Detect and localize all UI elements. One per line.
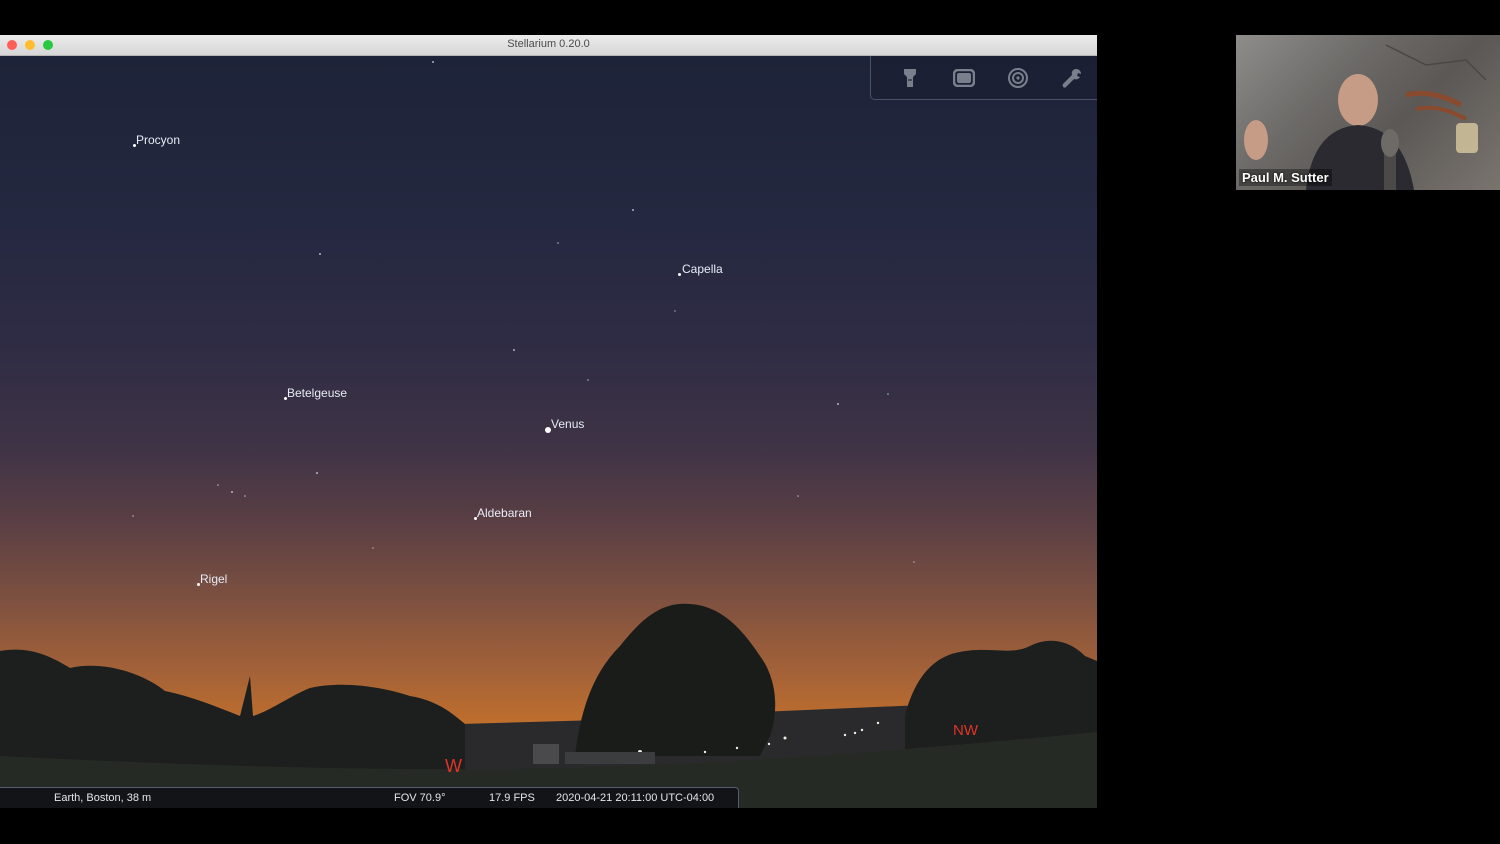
star-label-capella[interactable]: Capella (682, 262, 723, 276)
compass-west: W (445, 756, 462, 776)
star-label-procyon[interactable]: Procyon (136, 133, 180, 147)
star-label-rigel[interactable]: Rigel (200, 572, 227, 586)
participant-name: Paul M. Sutter (1239, 169, 1332, 186)
compass-northwest: NW (953, 722, 978, 739)
star-label-venus[interactable]: Venus (551, 417, 584, 431)
target-icon (1008, 68, 1028, 88)
star-label-betelgeuse[interactable]: Betelgeuse (287, 386, 347, 400)
title-bar[interactable]: Stellarium 0.20.0 (0, 35, 1097, 56)
star-dot-capella[interactable] (678, 273, 681, 276)
status-bar: Earth, Boston, 38 m FOV 70.9° 17.9 FPS 2… (0, 787, 739, 808)
fps-text: 17.9 FPS (489, 792, 535, 804)
fov-text: FOV 70.9° (394, 792, 446, 804)
settings-button[interactable] (1059, 65, 1085, 91)
location-text[interactable]: Earth, Boston, 38 m (54, 792, 151, 804)
star-label-aldebaran[interactable]: Aldebaran (477, 506, 532, 520)
webcam-video: Paul M. Sutter (1236, 35, 1500, 190)
night-mode-button[interactable] (897, 65, 923, 91)
wrench-icon (1062, 69, 1081, 88)
top-toolbar (870, 56, 1097, 100)
window-title: Stellarium 0.20.0 (507, 38, 590, 50)
stellarium-window: Stellarium 0.20.0 Procyon Capella Betelg… (0, 35, 1097, 808)
flashlight-icon (904, 69, 916, 87)
center-object-button[interactable] (1005, 65, 1031, 91)
fullscreen-icon (953, 69, 975, 87)
fullscreen-button[interactable] (951, 65, 977, 91)
sky-view[interactable]: Procyon Capella Betelgeuse Venus Aldebar… (0, 56, 1097, 808)
datetime-text[interactable]: 2020-04-21 20:11:00 UTC-04:00 (556, 792, 714, 804)
presenter-silhouette (1244, 44, 1487, 190)
